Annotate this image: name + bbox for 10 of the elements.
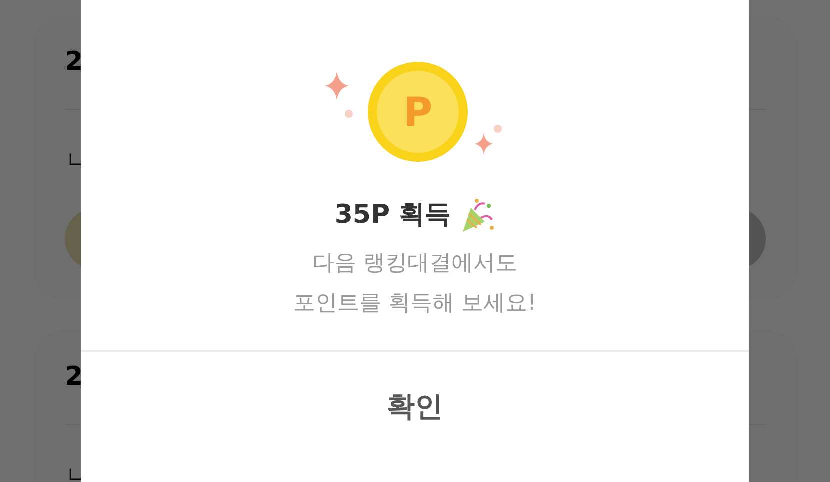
coin-icon: P bbox=[368, 62, 468, 162]
message-text: 다음 랭킹대결에서도 포인트를 획득해 보세요! bbox=[294, 250, 536, 318]
card-heading: 2 bbox=[65, 46, 84, 78]
sparkle-icon bbox=[324, 72, 348, 100]
confirm-button[interactable]: 확인 bbox=[367, 382, 463, 432]
card-heading: 2 bbox=[65, 360, 84, 394]
dot-icon bbox=[344, 110, 352, 118]
dot-icon bbox=[494, 125, 502, 133]
reward-title: 35P 획득 bbox=[334, 199, 452, 232]
sparkle-icon bbox=[474, 133, 492, 155]
